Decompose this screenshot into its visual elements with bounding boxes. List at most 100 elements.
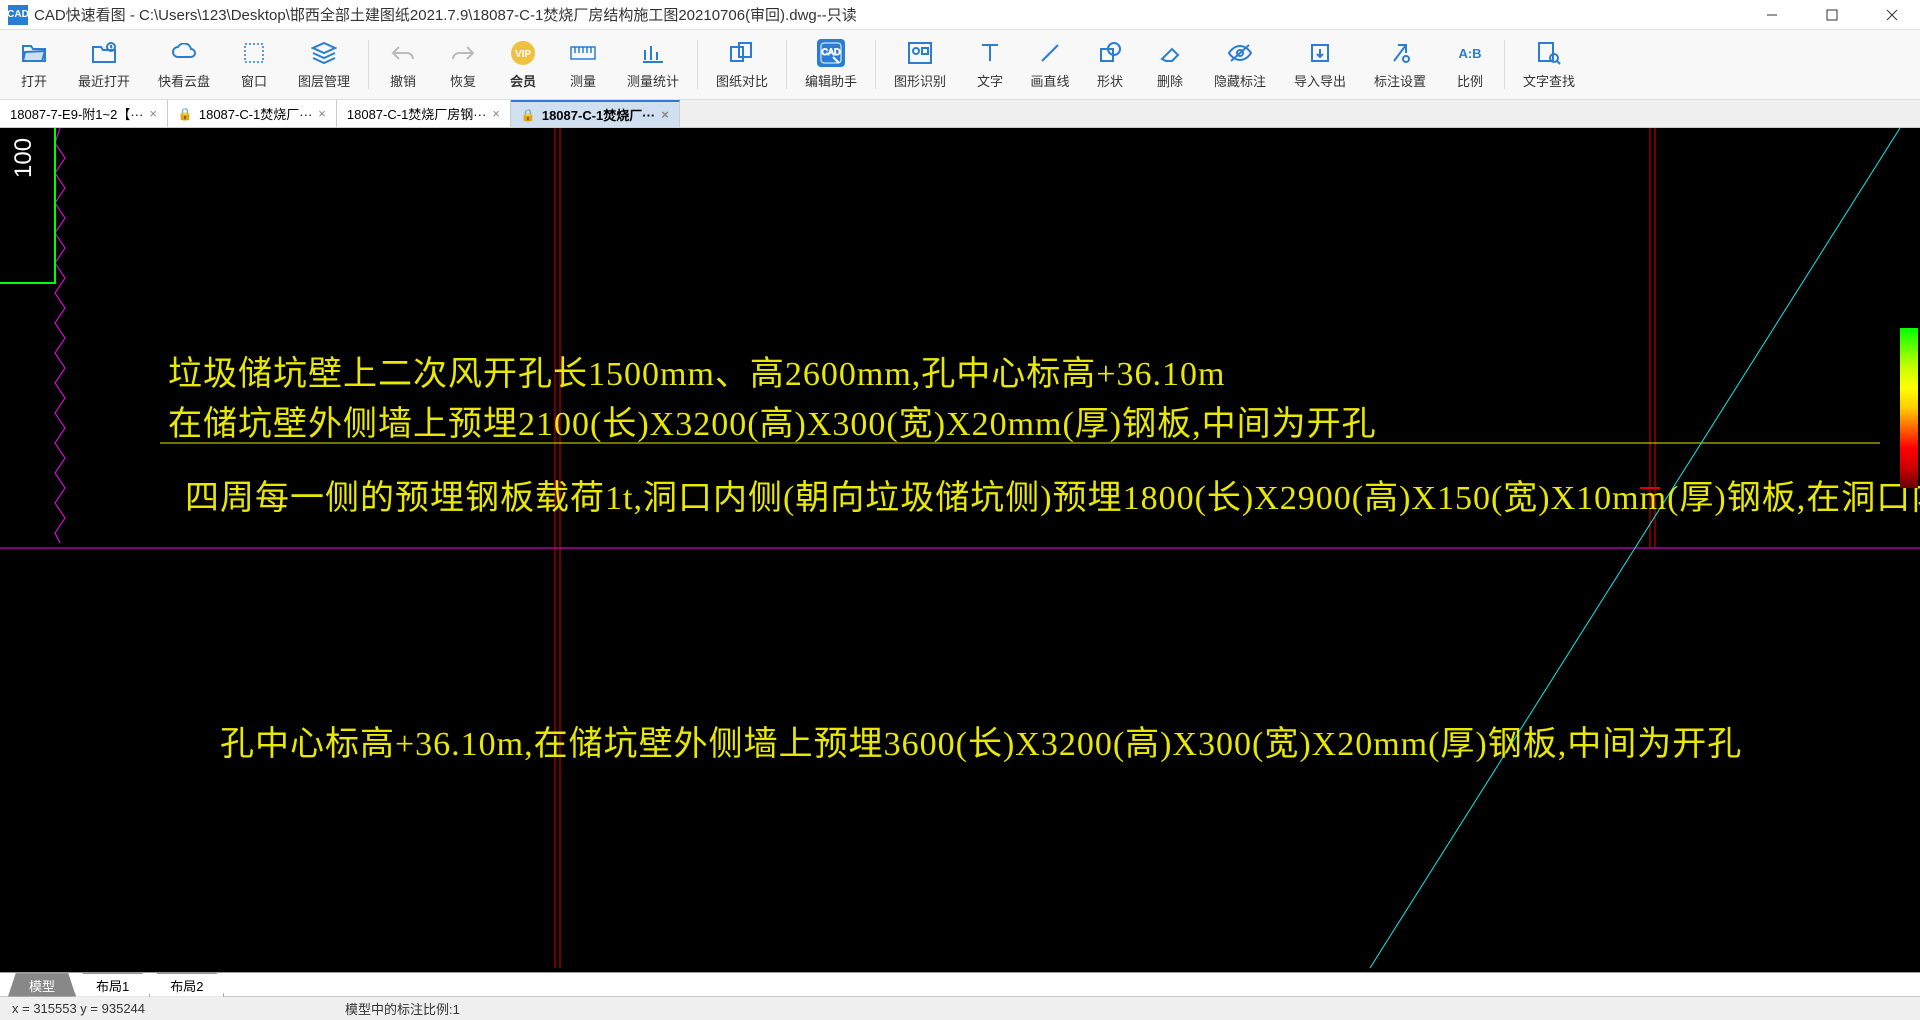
layout2-tab[interactable]: 布局2 <box>149 973 224 997</box>
annot-settings-label: 标注设置 <box>1374 71 1426 90</box>
measure-label: 测量 <box>570 71 596 90</box>
eye-off-icon <box>1226 39 1254 67</box>
minimize-button[interactable] <box>1752 0 1792 30</box>
open-label: 打开 <box>21 71 47 90</box>
status-bar: x = 315553 y = 935244 模型中的标注比例:1 <box>0 996 1920 1020</box>
line-label: 画直线 <box>1030 71 1069 90</box>
ruler-icon <box>569 39 597 67</box>
shape-button[interactable]: 形状 <box>1080 32 1140 97</box>
window-button[interactable]: 窗口 <box>224 32 284 97</box>
separator <box>697 40 698 89</box>
open-button[interactable]: 打开 <box>4 32 64 97</box>
maximize-button[interactable] <box>1812 0 1852 30</box>
cloud-label: 快看云盘 <box>158 71 210 90</box>
file-tab[interactable]: 18087-C-1焚烧厂房钢··· × <box>337 100 511 127</box>
hide-annot-button[interactable]: 隐藏标注 <box>1200 32 1280 97</box>
tab-label: 18087-C-1焚烧厂··· <box>542 105 655 124</box>
import-export-button[interactable]: 导入导出 <box>1280 32 1360 97</box>
text-search-button[interactable]: 文字查找 <box>1509 32 1589 97</box>
window-title: CAD快速看图 - C:\Users\123\Desktop\邯西全部土建图纸2… <box>34 4 1752 25</box>
undo-button[interactable]: 撤销 <box>373 32 433 97</box>
tab-close-icon[interactable]: × <box>661 107 669 122</box>
file-tab[interactable]: 🔒 18087-C-1焚烧厂··· × <box>168 100 337 127</box>
vip-label: 会员 <box>510 71 536 90</box>
compare-icon <box>728 39 756 67</box>
close-button[interactable] <box>1872 0 1912 30</box>
separator <box>1504 40 1505 89</box>
redo-button[interactable]: 恢复 <box>433 32 493 97</box>
compare-label: 图纸对比 <box>716 71 768 90</box>
drawing-canvas[interactable]: 100 垃圾储坑壁上二次风开孔长1500mm、高2600mm,孔中心标高+36.… <box>0 128 1920 972</box>
recognize-label: 图形识别 <box>894 71 946 90</box>
edit-helper-label: 编辑助手 <box>805 71 857 90</box>
measure-button[interactable]: 测量 <box>553 32 613 97</box>
delete-label: 删除 <box>1157 71 1183 90</box>
settings-icon <box>1386 39 1414 67</box>
undo-icon <box>389 39 417 67</box>
cad-geometry <box>0 128 1920 968</box>
shape-label: 形状 <box>1097 71 1123 90</box>
lock-icon: 🔒 <box>521 108 536 122</box>
text-search-label: 文字查找 <box>1523 71 1575 90</box>
recent-button[interactable]: 最近打开 <box>64 32 144 97</box>
undo-label: 撤销 <box>390 71 416 90</box>
svg-text:A:B: A:B <box>1458 46 1481 61</box>
separator <box>786 40 787 89</box>
window-controls <box>1752 0 1912 30</box>
line-icon <box>1036 39 1064 67</box>
vip-icon: VIP <box>509 39 537 67</box>
separator <box>875 40 876 89</box>
cad-annotation-4: 孔中心标高+36.10m,在储坑壁外侧墙上预埋3600(长)X3200(高)X3… <box>220 716 1742 765</box>
text-label: 文字 <box>977 71 1003 90</box>
redo-icon <box>449 39 477 67</box>
import-export-label: 导入导出 <box>1294 71 1346 90</box>
file-tabs: 18087-7-E9-附1~2【··· × 🔒 18087-C-1焚烧厂··· … <box>0 100 1920 128</box>
layout1-tab[interactable]: 布局1 <box>75 973 150 997</box>
edit-helper-icon: CAD <box>817 39 845 67</box>
recent-label: 最近打开 <box>78 71 130 90</box>
coordinates-readout: x = 315553 y = 935244 <box>12 1001 145 1016</box>
cad-annotation-3: 四周每一侧的预埋钢板载荷1t,洞口内侧(朝向垃圾储坑侧)预埋1800(长)X29… <box>185 470 1920 519</box>
redo-label: 恢复 <box>450 71 476 90</box>
cloud-button[interactable]: 快看云盘 <box>144 32 224 97</box>
measure-stat-button[interactable]: 测量统计 <box>613 32 693 97</box>
titlebar: CAD CAD快速看图 - C:\Users\123\Desktop\邯西全部土… <box>0 0 1920 30</box>
file-tab[interactable]: 18087-7-E9-附1~2【··· × <box>0 100 168 127</box>
layer-button[interactable]: 图层管理 <box>284 32 364 97</box>
svg-text:CAD: CAD <box>821 47 841 57</box>
vip-button[interactable]: VIP 会员 <box>493 32 553 97</box>
tab-close-icon[interactable]: × <box>318 106 326 121</box>
annot-settings-button[interactable]: 标注设置 <box>1360 32 1440 97</box>
recognize-button[interactable]: 图形识别 <box>880 32 960 97</box>
layout-tabs: 模型 布局1 布局2 <box>0 972 1920 996</box>
model-tab[interactable]: 模型 <box>8 973 76 997</box>
search-icon <box>1535 39 1563 67</box>
tab-label: 18087-7-E9-附1~2【··· <box>10 104 143 123</box>
compare-button[interactable]: 图纸对比 <box>702 32 782 97</box>
color-spectrum-bar[interactable] <box>1900 328 1918 488</box>
shape-icon <box>1096 39 1124 67</box>
tab-label: 18087-C-1焚烧厂··· <box>199 104 312 123</box>
tab-close-icon[interactable]: × <box>492 106 500 121</box>
delete-button[interactable]: 删除 <box>1140 32 1200 97</box>
ratio-label: 比例 <box>1457 71 1483 90</box>
line-button[interactable]: 画直线 <box>1020 32 1080 97</box>
ratio-button[interactable]: A:B 比例 <box>1440 32 1500 97</box>
edit-helper-button[interactable]: CAD 编辑助手 <box>791 32 871 97</box>
layer-label: 图层管理 <box>298 71 350 90</box>
cad-annotation-1: 垃圾储坑壁上二次风开孔长1500mm、高2600mm,孔中心标高+36.10m <box>168 346 1225 395</box>
lock-icon: 🔒 <box>178 107 193 121</box>
scale-readout: 模型中的标注比例:1 <box>345 999 460 1018</box>
tab-label: 18087-C-1焚烧厂房钢··· <box>347 104 486 123</box>
svg-text:VIP: VIP <box>515 49 531 60</box>
folder-open-icon <box>20 39 48 67</box>
recent-icon <box>90 39 118 67</box>
text-button[interactable]: 文字 <box>960 32 1020 97</box>
recognize-icon <box>906 39 934 67</box>
file-tab-active[interactable]: 🔒 18087-C-1焚烧厂··· × <box>511 100 680 127</box>
cloud-icon <box>170 39 198 67</box>
tab-close-icon[interactable]: × <box>149 106 157 121</box>
layers-icon <box>310 39 338 67</box>
text-icon <box>976 39 1004 67</box>
app-icon: CAD <box>8 5 28 25</box>
